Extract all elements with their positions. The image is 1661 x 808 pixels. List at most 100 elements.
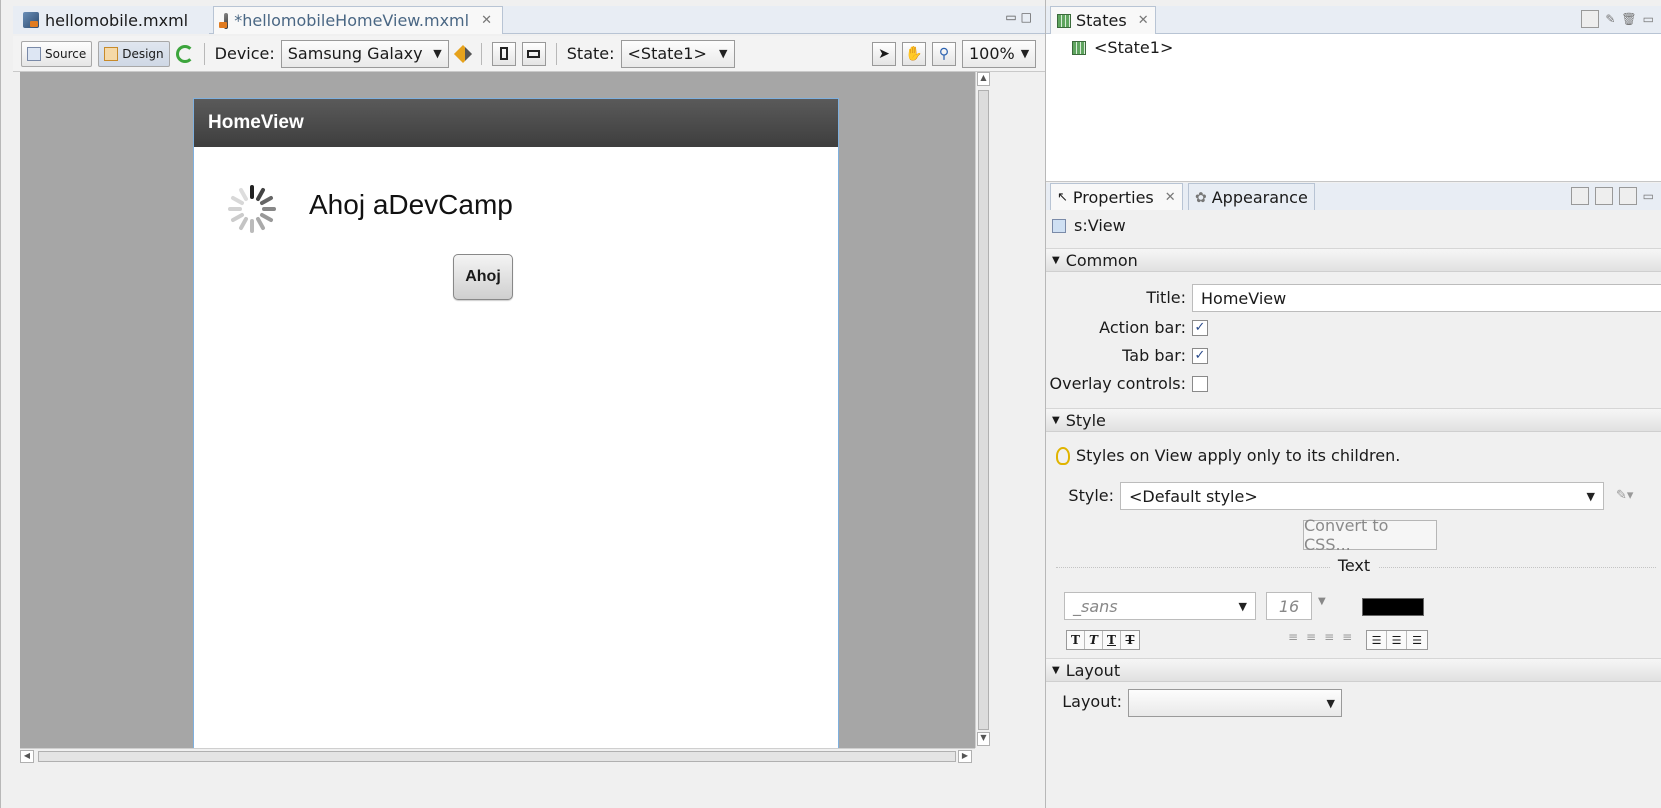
- style-label: Style:: [1068, 486, 1114, 505]
- hand-pan-icon[interactable]: ✋: [902, 41, 926, 66]
- align-bottom-icon[interactable]: ☰: [1407, 631, 1427, 649]
- text-format-buttons: T T T T: [1066, 630, 1140, 650]
- source-button[interactable]: Source: [21, 40, 93, 67]
- tab-hellomobile-homeview-mxml[interactable]: *hellomobileHomeView.mxml ✕: [213, 6, 503, 34]
- separator: [480, 42, 482, 65]
- bold-button[interactable]: T: [1067, 631, 1085, 649]
- category-view-icon[interactable]: [1594, 187, 1613, 205]
- text-group-label: Text: [1046, 556, 1661, 575]
- font-size-field[interactable]: 16: [1266, 592, 1312, 620]
- maximize-icon[interactable]: □: [1021, 10, 1036, 24]
- scroll-right-icon[interactable]: ▶: [958, 750, 972, 763]
- delete-icon[interactable]: 🗑: [1621, 12, 1636, 26]
- standard-view-icon[interactable]: [1570, 187, 1589, 205]
- close-icon[interactable]: ✕: [481, 13, 492, 28]
- vertical-scrollbar[interactable]: ▲ ▼: [975, 72, 991, 748]
- properties-icon: ↖: [1057, 190, 1068, 205]
- action-bar-title: HomeView: [208, 112, 304, 133]
- design-editor: hellomobile.mxml *hellomobileHomeView.mx…: [0, 0, 1046, 808]
- text-color-swatch[interactable]: [1362, 598, 1424, 616]
- close-icon[interactable]: ✕: [1138, 13, 1149, 28]
- tab-label: States: [1076, 11, 1127, 30]
- action-bar[interactable]: HomeView: [194, 99, 838, 147]
- style-select[interactable]: <Default style> ▼: [1120, 482, 1604, 510]
- design-button[interactable]: Design: [98, 40, 170, 67]
- state-item-label: <State1>: [1094, 38, 1174, 57]
- common-section-header[interactable]: ▼ Common: [1046, 248, 1661, 272]
- style-options-icon[interactable]: ✎▾: [1616, 488, 1633, 503]
- tab-bar-checkbox[interactable]: ✓: [1192, 348, 1208, 364]
- states-tab-bar: States ✕ ✎ 🗑 ▭: [1046, 6, 1661, 34]
- convert-to-css-button[interactable]: Convert to CSS...: [1303, 516, 1437, 554]
- tab-appearance[interactable]: ✿ Appearance: [1188, 183, 1315, 211]
- new-state-icon[interactable]: [1581, 10, 1600, 28]
- overlay-controls-checkbox[interactable]: [1192, 376, 1208, 392]
- tab-label: hellomobile.mxml: [45, 10, 189, 30]
- pencil-icon[interactable]: [453, 44, 472, 63]
- portrait-icon: [499, 47, 508, 60]
- tab-hellomobile-mxml[interactable]: hellomobile.mxml: [13, 6, 209, 34]
- mxml-file-icon: [218, 12, 229, 29]
- action-bar-checkbox[interactable]: ✓: [1192, 320, 1208, 336]
- tab-label: Appearance: [1211, 188, 1308, 207]
- select-arrow-icon[interactable]: ➤: [872, 41, 896, 66]
- zoom-select[interactable]: 100% ▼: [962, 39, 1036, 68]
- minimize-icon[interactable]: ▭: [1005, 10, 1020, 24]
- scroll-down-icon[interactable]: ▼: [977, 732, 990, 746]
- chevron-down-icon: ▼: [1326, 696, 1335, 710]
- minimize-icon[interactable]: ▭: [1643, 12, 1654, 26]
- device-select[interactable]: Samsung Galaxy Tᵢ ▼: [280, 39, 449, 68]
- align-top-icon[interactable]: ☰: [1367, 631, 1387, 649]
- chevron-down-icon: ▼: [1238, 599, 1247, 613]
- layout-section-header[interactable]: ▼ Layout: [1046, 658, 1661, 682]
- tab-label: *hellomobileHomeView.mxml: [234, 11, 470, 30]
- font-family-value: _sans: [1073, 596, 1118, 616]
- minimize-icon[interactable]: ▭: [1643, 189, 1654, 203]
- underline-button[interactable]: T: [1103, 631, 1121, 649]
- alpha-view-icon[interactable]: [1618, 187, 1637, 205]
- states-tools: ✎ 🗑 ▭: [1581, 10, 1654, 28]
- landscape-icon: [527, 49, 541, 58]
- refresh-icon[interactable]: [175, 44, 194, 63]
- title-label: Title:: [1146, 288, 1186, 307]
- chevron-down-icon: ▼: [1020, 47, 1030, 60]
- device-preview[interactable]: HomeView Ahoj aDevCamp Ahoj: [193, 98, 839, 748]
- portrait-button[interactable]: [491, 41, 516, 66]
- font-family-select[interactable]: _sans ▼: [1064, 592, 1256, 620]
- greeting-label[interactable]: Ahoj aDevCamp: [309, 189, 513, 221]
- editor-tab-bar: hellomobile.mxml *hellomobileHomeView.mx…: [13, 6, 1046, 34]
- italic-button[interactable]: T: [1085, 631, 1103, 649]
- ahoj-button[interactable]: Ahoj: [453, 254, 513, 300]
- component-icon: [1052, 218, 1066, 233]
- tab-states[interactable]: States ✕: [1050, 6, 1156, 34]
- style-section-header[interactable]: ▼ Style: [1046, 408, 1661, 432]
- triangle-down-icon: ▼: [1052, 254, 1060, 266]
- busy-indicator-icon[interactable]: [224, 181, 280, 237]
- state-icon: [1072, 40, 1086, 55]
- zoom-icon[interactable]: ⚲: [932, 41, 956, 66]
- design-toolbar: Source Design Device: Samsung Galaxy Tᵢ …: [13, 36, 1046, 72]
- edit-icon[interactable]: ✎: [1605, 12, 1615, 26]
- layout-label: Layout:: [1062, 692, 1122, 711]
- font-size-dropdown-icon[interactable]: ▼: [1318, 596, 1326, 607]
- scroll-up-icon[interactable]: ▲: [977, 72, 990, 86]
- state-item[interactable]: <State1>: [1072, 38, 1173, 57]
- scroll-left-icon[interactable]: ◀: [20, 750, 34, 763]
- text-align-buttons[interactable]: ≡≡≡≡: [1288, 630, 1360, 644]
- section-title: Layout: [1065, 660, 1121, 680]
- scroll-thumb[interactable]: [978, 90, 989, 730]
- align-middle-icon[interactable]: ☰: [1387, 631, 1407, 649]
- horizontal-scrollbar[interactable]: ◀ ▶: [20, 748, 975, 764]
- title-field[interactable]: HomeView: [1192, 284, 1661, 312]
- landscape-button[interactable]: [521, 41, 546, 66]
- section-title: Style: [1065, 410, 1106, 430]
- design-canvas[interactable]: HomeView Ahoj aDevCamp Ahoj: [20, 72, 975, 748]
- tab-properties[interactable]: ↖ Properties ✕: [1050, 183, 1183, 211]
- layout-select[interactable]: ▼: [1128, 689, 1342, 717]
- close-icon[interactable]: ✕: [1165, 190, 1176, 205]
- states-list: <State1>: [1046, 34, 1661, 182]
- scroll-thumb[interactable]: [38, 751, 956, 762]
- style-value: <Default style>: [1129, 486, 1258, 506]
- strikethrough-button[interactable]: T: [1121, 631, 1139, 649]
- state-select[interactable]: <State1> ▼: [620, 39, 735, 68]
